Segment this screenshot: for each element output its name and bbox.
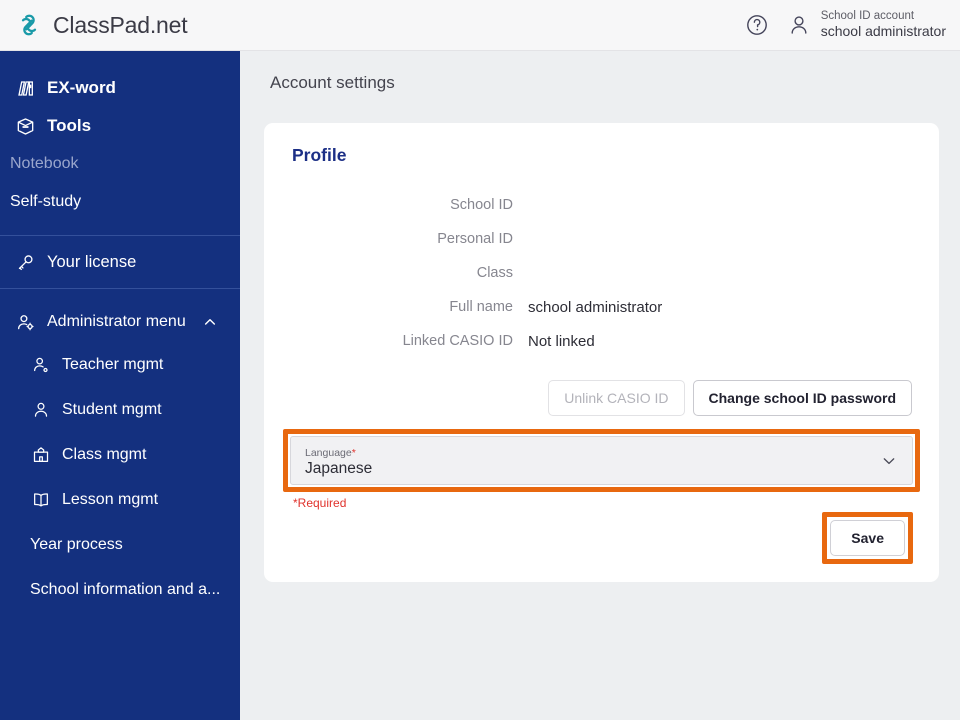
top-bar-right: School ID account school administrator	[745, 9, 960, 41]
sidebar-item-your-license[interactable]: Your license	[0, 236, 240, 288]
profile-card: Profile School ID Personal ID Class Full…	[264, 123, 939, 582]
sidebar-item-year-process[interactable]: Year process	[0, 522, 240, 567]
language-select-label: Language*	[305, 446, 898, 460]
chevron-up-icon[interactable]	[202, 314, 218, 330]
sidebar-item-school-information[interactable]: School information and a...	[0, 567, 240, 612]
field-row-full-name: Full name school administrator	[290, 290, 913, 324]
sidebar-item-self-study[interactable]: Self-study	[0, 183, 240, 221]
sidebar-item-notebook[interactable]: Notebook	[0, 145, 240, 183]
sidebar-item-administrator-menu[interactable]: Administrator menu	[0, 302, 240, 342]
language-select-value: Japanese	[305, 460, 373, 478]
field-value-full-name: school administrator	[528, 298, 663, 316]
sidebar-item-lesson-mgmt[interactable]: Lesson mgmt	[0, 477, 240, 522]
card-title: Profile	[292, 145, 347, 165]
help-circle-icon[interactable]	[745, 13, 769, 37]
sidebar-item-tools[interactable]: Tools	[0, 107, 240, 145]
account-name-label: school administrator	[820, 23, 946, 40]
sidebar-item-ex-word[interactable]: EX-word	[0, 69, 240, 107]
teacher-icon	[30, 354, 52, 376]
app-root: ClassPad.net School ID account school ad…	[0, 0, 960, 720]
books-icon	[14, 77, 36, 99]
sidebar-item-label: Your license	[47, 252, 137, 271]
school-building-icon	[30, 444, 52, 466]
sidebar-item-label: EX-word	[47, 78, 116, 97]
save-row: Save	[290, 512, 913, 564]
sidebar-item-label: Administrator menu	[47, 313, 186, 330]
field-row-school-id: School ID	[290, 188, 913, 222]
toolbox-icon	[14, 115, 36, 137]
field-row-class: Class	[290, 256, 913, 290]
language-select[interactable]: Language* Japanese	[290, 436, 913, 485]
account-kind-label: School ID account	[820, 10, 915, 23]
field-value-linked-casio-id: Not linked	[528, 332, 595, 350]
change-school-id-password-button[interactable]: Change school ID password	[692, 380, 912, 416]
sidebar-item-label: School information and a...	[30, 580, 221, 598]
language-label-text: Language	[305, 446, 352, 459]
page-title: Account settings	[270, 73, 395, 92]
user-gear-icon	[14, 311, 36, 333]
save-button-wrapper: Save	[822, 512, 913, 564]
user-icon[interactable]	[787, 13, 811, 37]
sidebar-primary-group: EX-word Tools Notebook Self-study	[0, 51, 240, 221]
account-info[interactable]: School ID account school administrator	[821, 9, 946, 41]
sidebar-item-label: Year process	[30, 535, 123, 553]
required-asterisk: *	[351, 446, 356, 459]
required-note: *Required	[293, 496, 347, 510]
sidebar: EX-word Tools Notebook Self-study Your l…	[0, 51, 240, 720]
sidebar-item-student-mgmt[interactable]: Student mgmt	[0, 387, 240, 432]
sidebar-item-teacher-mgmt[interactable]: Teacher mgmt	[0, 342, 240, 387]
field-row-personal-id: Personal ID	[290, 222, 913, 256]
profile-action-buttons: Unlink CASIO ID Change school ID passwor…	[290, 380, 913, 416]
key-icon	[14, 251, 36, 273]
field-label: Full name	[449, 299, 513, 315]
field-label: Linked CASIO ID	[402, 333, 513, 349]
sidebar-item-label: Teacher mgmt	[62, 355, 164, 373]
sidebar-item-class-mgmt[interactable]: Class mgmt	[0, 432, 240, 477]
brand-name: ClassPad.net	[53, 11, 188, 38]
language-select-wrapper: Language* Japanese	[283, 429, 920, 492]
field-label: Personal ID	[437, 231, 513, 247]
sidebar-item-label: Self-study	[10, 193, 82, 210]
main-content: Account settings Profile School ID Perso…	[240, 51, 960, 720]
field-label: School ID	[450, 197, 513, 213]
field-row-linked-casio-id: Linked CASIO ID Not linked	[290, 324, 913, 358]
top-bar: ClassPad.net School ID account school ad…	[0, 0, 960, 51]
sidebar-item-label: Notebook	[10, 155, 79, 172]
unlink-casio-id-button: Unlink CASIO ID	[548, 380, 685, 416]
student-icon	[30, 399, 52, 421]
sidebar-item-label: Tools	[47, 116, 92, 135]
chevron-down-icon[interactable]	[880, 452, 898, 470]
open-book-icon	[30, 489, 52, 511]
sidebar-item-label: Class mgmt	[62, 445, 147, 463]
sidebar-item-label: Lesson mgmt	[62, 490, 159, 508]
sidebar-item-label: Student mgmt	[62, 400, 162, 418]
save-button[interactable]: Save	[830, 520, 905, 556]
chain-link-logo-icon	[14, 10, 44, 40]
brand-logo[interactable]: ClassPad.net	[0, 10, 188, 40]
field-label: Class	[476, 265, 513, 281]
